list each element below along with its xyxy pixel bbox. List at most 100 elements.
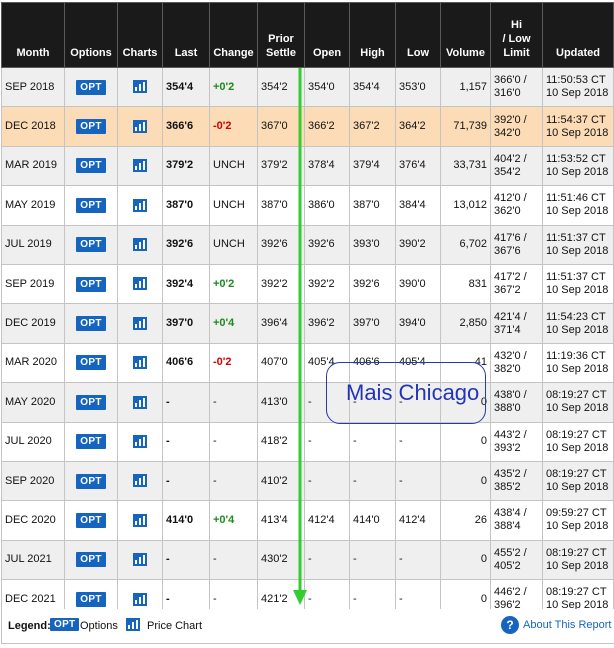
change-cell: UNCH <box>209 185 258 226</box>
high-cell: 414'0 <box>349 500 396 541</box>
bar-chart-icon[interactable] <box>133 80 147 94</box>
low-cell: 394'0 <box>395 303 441 344</box>
charts-cell <box>117 539 163 581</box>
high-cell: - <box>349 421 396 462</box>
opt-button[interactable]: OPT <box>76 394 106 410</box>
last-cell: - <box>162 382 210 423</box>
opt-button[interactable]: OPT <box>76 355 106 371</box>
opt-button[interactable]: OPT <box>76 316 106 332</box>
hi-limit: 438'0 / <box>494 389 527 402</box>
month-cell: JUL 2021 <box>1 539 65 581</box>
col-header-charts: Charts <box>117 2 163 68</box>
bar-chart-icon[interactable] <box>133 316 147 330</box>
hi-limit: 417'6 / <box>494 231 527 244</box>
month-cell: JUL 2020 <box>1 421 65 462</box>
bar-chart-icon[interactable] <box>133 474 147 488</box>
opt-button[interactable]: OPT <box>76 552 106 568</box>
bar-chart-icon[interactable] <box>133 592 147 606</box>
last-cell: 392'6 <box>162 224 210 265</box>
opt-button[interactable]: OPT <box>76 158 106 174</box>
volume-cell: 71,739 <box>440 106 491 147</box>
opt-button[interactable]: OPT <box>76 197 106 213</box>
high-cell: 354'4 <box>349 66 396 108</box>
hi-limit: 446'2 / <box>494 586 527 599</box>
options-cell: OPT <box>64 145 118 187</box>
last-cell: 379'2 <box>162 145 210 187</box>
prior-settle-cell: 407'0 <box>257 342 305 384</box>
change-cell: -0'2 <box>209 106 258 147</box>
opt-button[interactable]: OPT <box>76 237 106 253</box>
opt-button[interactable]: OPT <box>76 276 106 292</box>
limit-cell: 392'0 /342'0 <box>490 106 543 147</box>
volume-cell: 26 <box>440 500 491 541</box>
options-cell: OPT <box>64 382 118 423</box>
opt-button[interactable]: OPT <box>76 591 106 607</box>
high-cell: 379'4 <box>349 145 396 187</box>
options-cell: OPT <box>64 421 118 462</box>
table-row: SEP 2020 OPT - -410'2- - -0 435'2 /385'2 08:19:… <box>1 460 614 502</box>
opt-button[interactable]: OPT <box>76 512 106 528</box>
updated-date: 10 Sep 2018 <box>546 165 609 178</box>
month-cell: JUL 2019 <box>1 224 65 265</box>
volume-cell: 6,702 <box>440 224 491 265</box>
about-report-link[interactable]: ? About This Report <box>501 616 611 634</box>
bar-chart-icon[interactable] <box>133 198 147 212</box>
low-limit: 393'2 <box>494 441 521 454</box>
change-cell: UNCH <box>209 145 258 187</box>
hi-limit: 421'4 / <box>494 310 527 323</box>
low-cell: 384'4 <box>395 185 441 226</box>
bar-chart-icon[interactable] <box>133 238 147 252</box>
volume-cell: 2,850 <box>440 303 491 344</box>
hi-limit: 438'4 / <box>494 507 527 520</box>
charts-cell <box>117 224 163 265</box>
bar-chart-icon[interactable] <box>133 356 147 370</box>
low-limit: 367'6 <box>494 244 521 257</box>
prior-settle-cell: 413'4 <box>257 500 305 541</box>
updated-date: 10 Sep 2018 <box>546 244 609 257</box>
updated-cell: 08:19:27 CT 10 Sep 2018 <box>542 382 614 423</box>
last-cell: 392'4 <box>162 263 210 305</box>
low-limit: 382'0 <box>494 362 521 375</box>
volume-cell: 13,012 <box>440 185 491 226</box>
bar-chart-icon[interactable] <box>133 435 147 448</box>
low-cell: - <box>395 460 441 502</box>
legend-label: Legend: <box>8 620 51 632</box>
low-limit: 388'4 <box>494 520 521 533</box>
charts-cell <box>117 460 163 502</box>
last-cell: 387'0 <box>162 185 210 226</box>
low-cell: 353'0 <box>395 66 441 108</box>
limit-cell: 455'2 /405'2 <box>490 539 543 581</box>
bar-chart-icon[interactable] <box>133 159 147 173</box>
bar-chart-icon[interactable] <box>133 277 147 291</box>
open-cell: - <box>304 421 350 462</box>
low-limit: 388'0 <box>494 402 521 415</box>
opt-button[interactable]: OPT <box>76 79 106 95</box>
prior-settle-cell: 367'0 <box>257 106 305 147</box>
open-cell: 378'4 <box>304 145 350 187</box>
limit-cell: 438'4 /388'4 <box>490 500 543 541</box>
col-header-volume: Volume <box>440 2 491 68</box>
high-cell: 387'0 <box>349 185 396 226</box>
bar-chart-icon[interactable] <box>133 395 147 409</box>
bar-chart-icon <box>126 618 140 631</box>
limit-cell: 421'4 /371'4 <box>490 303 543 344</box>
updated-date: 10 Sep 2018 <box>546 559 609 572</box>
bar-chart-icon[interactable] <box>133 119 147 133</box>
limit-cell: 417'6 /367'6 <box>490 224 543 265</box>
limit-cell: 417'2 /367'2 <box>490 263 543 305</box>
high-cell: - <box>349 460 396 502</box>
opt-button[interactable]: OPT <box>76 119 106 135</box>
hi-limit: 432'0 / <box>494 349 527 362</box>
opt-button[interactable]: OPT <box>76 473 106 489</box>
hi-limit: 435'2 / <box>494 468 527 481</box>
opt-button[interactable]: OPT <box>76 434 106 450</box>
updated-date: 10 Sep 2018 <box>546 441 609 454</box>
bar-chart-icon[interactable] <box>133 553 147 567</box>
low-cell: 364'2 <box>395 106 441 147</box>
open-cell: 354'0 <box>304 66 350 108</box>
col-header-updated: Updated <box>542 2 614 68</box>
col-header-low: Low <box>395 2 441 68</box>
legend-options-text: Options <box>80 620 118 632</box>
bar-chart-icon[interactable] <box>133 513 147 527</box>
table-body: SEP 2018 OPT 354'4 +0'2 354'2 354'0 354'4 353'0… <box>1 66 614 620</box>
